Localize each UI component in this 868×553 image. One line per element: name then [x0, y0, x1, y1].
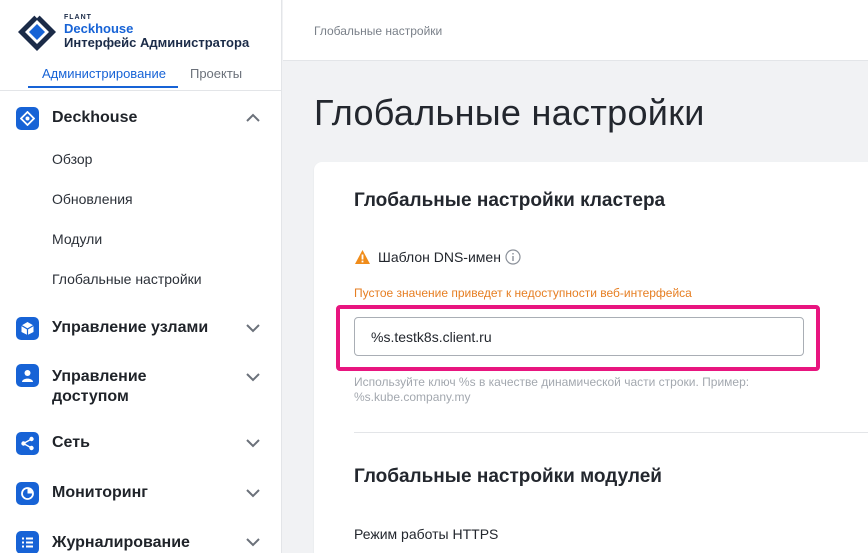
cube-icon	[16, 316, 39, 340]
dns-template-label: Шаблон DNS-имен	[354, 249, 521, 265]
share-icon	[16, 431, 39, 455]
brand-subtitle: Интерфейс Администратора	[64, 34, 250, 50]
sidebar-item-global-settings[interactable]: Глобальные настройки	[52, 271, 202, 287]
https-mode-label: Режим работы HTTPS	[354, 526, 499, 542]
breadcrumb[interactable]: Глобальные настройки	[314, 24, 442, 38]
deckhouse-icon	[16, 106, 39, 130]
sidebar-item-updates[interactable]: Обновления	[52, 191, 133, 207]
modules-settings-title: Глобальные настройки модулей	[354, 466, 662, 487]
chevron-up-icon[interactable]	[244, 109, 262, 127]
chevron-down-icon[interactable]	[244, 484, 262, 502]
breadcrumb-bar: Глобальные настройки	[283, 0, 868, 61]
cluster-settings-title: Глобальные настройки кластера	[354, 190, 666, 211]
dns-template-label-text: Шаблон DNS-имен	[378, 249, 501, 265]
sidebar-group-access-management[interactable]: Управление доступом	[0, 364, 281, 408]
dns-warning-text: Пустое значение приведет к недоступности…	[354, 286, 692, 300]
sidebar-group-label-line1: Управление	[52, 368, 147, 385]
sidebar-group-label: Управление узлами	[52, 319, 209, 336]
dns-template-input[interactable]	[354, 317, 804, 356]
sidebar-group-label: Сеть	[52, 434, 90, 451]
sidebar-group-label: Журналирование	[52, 534, 190, 551]
sidebar-group-monitoring[interactable]: Мониторинг	[0, 481, 281, 505]
section-divider	[354, 432, 868, 433]
tabs-divider	[0, 90, 281, 91]
tabs: Администрирование Проекты	[28, 64, 258, 88]
pie-chart-icon	[16, 481, 39, 505]
sidebar-group-label-line2: доступом	[52, 388, 129, 405]
chevron-down-icon[interactable]	[244, 319, 262, 337]
dns-hint-text: Используйте ключ %s в качестве динамичес…	[354, 375, 750, 404]
sidebar-group-network[interactable]: Сеть	[0, 431, 281, 455]
info-icon[interactable]	[505, 249, 521, 265]
chevron-down-icon[interactable]	[244, 533, 262, 551]
chevron-down-icon[interactable]	[244, 368, 262, 386]
chevron-down-icon[interactable]	[244, 434, 262, 452]
tab-projects[interactable]: Проекты	[190, 64, 242, 88]
warning-icon	[355, 250, 370, 264]
sidebar-item-overview[interactable]: Обзор	[52, 151, 92, 167]
sidebar-group-logging[interactable]: Журналирование	[0, 530, 281, 553]
list-icon	[16, 530, 39, 553]
user-icon	[16, 364, 39, 387]
sidebar: FLANT Deckhouse Интерфейс Администратора…	[0, 0, 282, 553]
sidebar-group-label: Мониторинг	[52, 484, 148, 501]
page-title: Глобальные настройки	[314, 92, 705, 133]
sidebar-item-modules[interactable]: Модули	[52, 231, 102, 247]
tab-administration[interactable]: Администрирование	[28, 64, 178, 88]
sidebar-group-label: Deckhouse	[52, 109, 138, 126]
sidebar-group-deckhouse[interactable]: Deckhouse	[0, 106, 281, 130]
sidebar-group-node-management[interactable]: Управление узлами	[0, 316, 281, 340]
brand-product: Deckhouse	[64, 20, 134, 36]
deckhouse-logo-icon	[18, 11, 56, 51]
logo[interactable]: FLANT Deckhouse Интерфейс Администратора	[16, 11, 249, 53]
